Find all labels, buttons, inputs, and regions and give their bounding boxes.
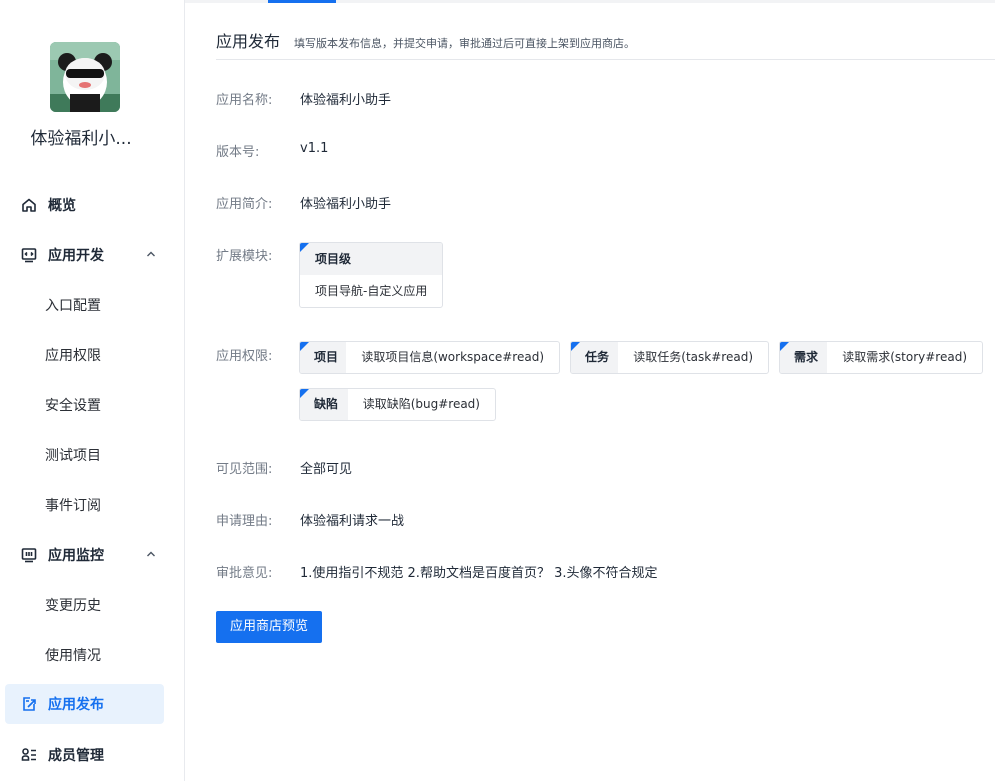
review-value: 1.使用指引不规范 2.帮助文档是百度首页？ 3.头像不符合规定 [300,566,658,581]
page-title: 应用发布 [216,32,281,51]
modules-label: 扩展模块: [216,249,273,264]
sidebar-item-label: 入口配置 [45,298,101,314]
reason-label: 申请理由: [216,514,273,529]
sidebar-item-members[interactable]: 成员管理 [5,735,164,775]
permission-tag-value: 读取任务(task#read) [633,350,753,364]
permission-tag-value: 读取缺陷(bug#read) [362,397,480,411]
permission-tag-value: 读取项目信息(workspace#read) [361,350,544,364]
sidebar: 体验福利小... 概览 应用开发 入口配置 应用权限 安全设置 测试项目 事件订… [0,0,185,781]
corner-marker [780,342,789,351]
app-name-label: 应用名称: [216,93,273,108]
publish-icon [20,695,38,713]
app-name: 体验福利小... [30,129,132,149]
home-icon [20,196,38,214]
divider [216,59,995,60]
members-icon [20,746,38,764]
scope-label: 可见范围: [216,462,273,477]
permission-tag: 缺陷 读取缺陷(bug#read) [299,388,496,421]
sidebar-item-label: 测试项目 [45,448,101,464]
sidebar-item-label: 使用情况 [45,648,101,664]
intro-value: 体验福利小助手 [300,197,392,212]
sidebar-item-label: 变更历史 [45,598,101,614]
sidebar-item-overview[interactable]: 概览 [5,185,164,225]
sidebar-item-usage[interactable]: 使用情况 [5,635,164,675]
module-card: 项目级 项目导航-自定义应用 [299,242,443,308]
sidebar-item-entry-config[interactable]: 入口配置 [5,285,164,325]
chevron-up-icon [144,247,158,261]
permission-tag-key: 缺陷 [300,389,348,420]
active-tab-indicator [268,0,336,3]
sidebar-item-app-permissions[interactable]: 应用权限 [5,335,164,375]
review-label: 审批意见: [216,566,273,581]
sidebar-item-label: 安全设置 [45,398,101,414]
sidebar-item-label: 应用监控 [48,548,104,564]
version-value: v1.1 [300,141,329,156]
sidebar-item-test-project[interactable]: 测试项目 [5,435,164,475]
chevron-up-icon [144,547,158,561]
app-name-value: 体验福利小助手 [300,93,392,108]
permissions-label: 应用权限: [216,349,273,364]
intro-label: 应用简介: [216,197,273,212]
module-card-item: 项目导航-自定义应用 [315,284,428,298]
app-store-preview-button[interactable]: 应用商店预览 [216,611,322,643]
code-monitor-icon [20,246,38,264]
app-avatar [50,42,120,112]
sidebar-item-app-monitor[interactable]: 应用监控 [5,535,164,575]
scope-value: 全部可见 [300,462,353,477]
permission-tag: 任务 读取任务(task#read) [570,341,769,374]
sidebar-item-label: 概览 [48,198,76,214]
sidebar-item-label: 应用开发 [48,248,104,264]
sidebar-item-label: 成员管理 [48,748,104,764]
module-card-title: 项目级 [300,243,442,275]
corner-marker [571,342,580,351]
sidebar-item-label: 应用权限 [45,348,101,364]
corner-marker [300,389,309,398]
sidebar-item-change-history[interactable]: 变更历史 [5,585,164,625]
corner-marker [300,342,309,351]
version-label: 版本号: [216,145,260,160]
sidebar-item-event-subscription[interactable]: 事件订阅 [5,485,164,525]
monitor-icon [20,546,38,564]
sidebar-item-label: 应用发布 [48,697,104,713]
permission-tag-key: 项目 [300,342,347,373]
permission-tag: 需求 读取需求(story#read) [779,341,983,374]
sidebar-item-app-publish[interactable]: 应用发布 [5,684,164,724]
page-description: 填写版本发布信息，并提交申请，审批通过后可直接上架到应用商店。 [294,37,636,50]
sidebar-item-label: 事件订阅 [45,498,101,514]
permission-tag-key: 需求 [780,342,828,373]
permission-tag-key: 任务 [571,342,619,373]
permission-tag-value: 读取需求(story#read) [842,350,967,364]
corner-marker [300,243,309,252]
sidebar-item-security[interactable]: 安全设置 [5,385,164,425]
sidebar-item-app-dev[interactable]: 应用开发 [5,235,164,275]
reason-value: 体验福利请求一战 [300,514,405,529]
permission-tag: 项目 读取项目信息(workspace#read) [299,341,560,374]
page-header: 应用发布 填写版本发布信息，并提交申请，审批通过后可直接上架到应用商店。 [216,28,635,52]
